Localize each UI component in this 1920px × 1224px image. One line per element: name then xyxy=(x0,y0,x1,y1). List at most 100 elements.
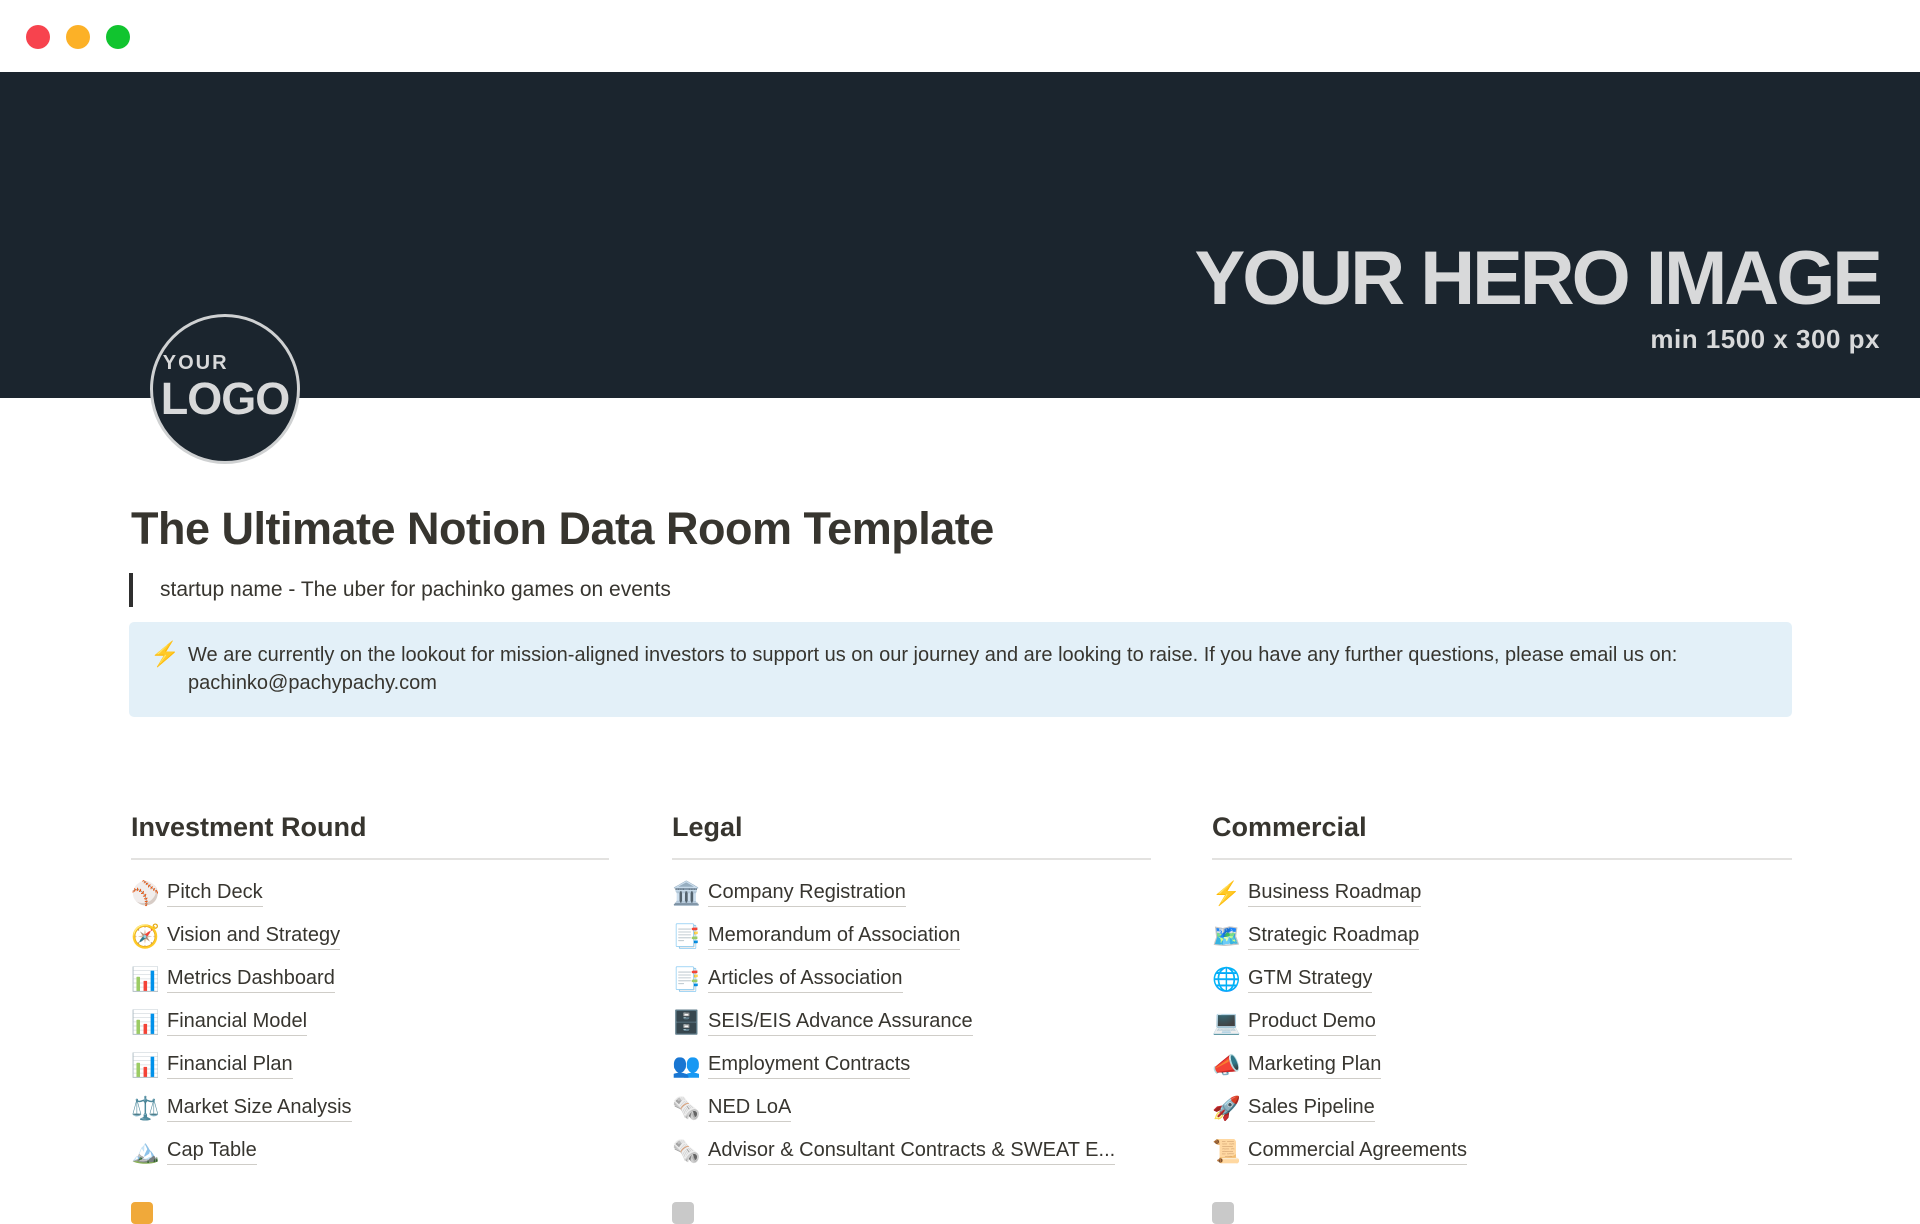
page-link-row[interactable]: 🌐GTM Strategy xyxy=(1212,958,1792,1001)
bar-chart-icon: 📊 xyxy=(131,968,167,991)
lightning-icon: ⚡ xyxy=(150,641,188,669)
link-list: ⚡Business Roadmap🗺️Strategic Roadmap🌐GTM… xyxy=(1212,872,1792,1216)
page-link-label[interactable]: NED LoA xyxy=(708,1096,791,1122)
page-link-label[interactable]: Business Roadmap xyxy=(1248,881,1421,907)
page-link-row[interactable]: ⚖️Market Size Analysis xyxy=(131,1087,609,1130)
page-link-row[interactable]: 📜Commercial Agreements xyxy=(1212,1130,1792,1173)
busts-in-silhouette-icon: 👥 xyxy=(672,1054,708,1077)
balance-scale-icon: ⚖️ xyxy=(131,1097,167,1120)
quote-block: startup name - The uber for pachinko gam… xyxy=(129,573,671,607)
page-link-row[interactable]: 🗺️Strategic Roadmap xyxy=(1212,915,1792,958)
link-list: 🏛️Company Registration📑Memorandum of Ass… xyxy=(672,872,1151,1216)
page-link-label[interactable]: Company Registration xyxy=(708,881,906,907)
link-list: ⚾Pitch Deck🧭Vision and Strategy📊Metrics … xyxy=(131,872,609,1216)
partial-icon xyxy=(131,1202,153,1224)
callout-block: ⚡ We are currently on the lookout for mi… xyxy=(129,622,1792,717)
page-link-label[interactable]: Strategic Roadmap xyxy=(1248,924,1419,950)
compass-icon: 🧭 xyxy=(131,925,167,948)
laptop-icon: 💻 xyxy=(1212,1011,1248,1034)
page-link-label[interactable]: GTM Strategy xyxy=(1248,967,1372,993)
page-link-label[interactable]: Pitch Deck xyxy=(167,881,263,907)
callout-line1: We are currently on the lookout for miss… xyxy=(188,644,1677,666)
logo-text-top: YOUR xyxy=(163,353,290,373)
callout-line2: pachinko@pachypachy.com xyxy=(188,672,437,694)
rolled-document-icon: 🗞️ xyxy=(672,1097,708,1120)
column-heading: Legal xyxy=(672,812,1151,842)
scroll-icon: 📜 xyxy=(1212,1140,1248,1163)
page-link-label[interactable]: Commercial Agreements xyxy=(1248,1139,1467,1165)
logo-text-bottom: LOGO xyxy=(161,376,290,421)
partial-icon xyxy=(672,1202,694,1224)
minimize-window-button[interactable] xyxy=(66,25,90,49)
partial-next-link-row[interactable] xyxy=(1212,1173,1792,1216)
page-link-row[interactable]: 🗞️Advisor & Consultant Contracts & SWEAT… xyxy=(672,1130,1151,1173)
page-link-row[interactable]: 📑Memorandum of Association xyxy=(672,915,1151,958)
column-investment-round: Investment Round ⚾Pitch Deck🧭Vision and … xyxy=(131,812,609,1216)
callout-text: We are currently on the lookout for miss… xyxy=(188,641,1677,697)
page-title: The Ultimate Notion Data Room Template xyxy=(131,503,994,555)
page-link-row[interactable]: 🚀Sales Pipeline xyxy=(1212,1087,1792,1130)
close-window-button[interactable] xyxy=(26,25,50,49)
page-link-row[interactable]: 🏔️Cap Table xyxy=(131,1130,609,1173)
column-heading: Commercial xyxy=(1212,812,1792,842)
page-link-label[interactable]: Cap Table xyxy=(167,1139,257,1165)
page-link-label[interactable]: Vision and Strategy xyxy=(167,924,340,950)
snow-capped-mountain-icon: 🏔️ xyxy=(131,1140,167,1163)
page-link-row[interactable]: 📑Articles of Association xyxy=(672,958,1151,1001)
divider xyxy=(1212,858,1792,860)
zoom-window-button[interactable] xyxy=(106,25,130,49)
hero-headline: YOUR HERO IMAGE xyxy=(1195,241,1881,317)
page-link-row[interactable]: ⚡Business Roadmap xyxy=(1212,872,1792,915)
page-link-row[interactable]: 💻Product Demo xyxy=(1212,1001,1792,1044)
page-link-row[interactable]: 📣Marketing Plan xyxy=(1212,1044,1792,1087)
lightning-icon: ⚡ xyxy=(1212,882,1248,905)
page-link-row[interactable]: 👥Employment Contracts xyxy=(672,1044,1151,1087)
globe-icon: 🌐 xyxy=(1212,968,1248,991)
page-link-label[interactable]: Employment Contracts xyxy=(708,1053,910,1079)
page-link-row[interactable]: 🏛️Company Registration xyxy=(672,872,1151,915)
bar-chart-icon: 📊 xyxy=(131,1054,167,1077)
partial-next-link-row[interactable] xyxy=(672,1173,1151,1216)
page-link-row[interactable]: 📊Metrics Dashboard xyxy=(131,958,609,1001)
page-link-label[interactable]: Financial Plan xyxy=(167,1053,293,1079)
page-link-label[interactable]: Sales Pipeline xyxy=(1248,1096,1375,1122)
classical-building-icon: 🏛️ xyxy=(672,882,708,905)
window-titlebar xyxy=(0,0,1920,72)
divider xyxy=(131,858,609,860)
page-link-label[interactable]: Market Size Analysis xyxy=(167,1096,352,1122)
page-link-label[interactable]: Memorandum of Association xyxy=(708,924,960,950)
column-commercial: Commercial ⚡Business Roadmap🗺️Strategic … xyxy=(1212,812,1792,1216)
page-link-row[interactable]: 📊Financial Model xyxy=(131,1001,609,1044)
rocket-icon: 🚀 xyxy=(1212,1097,1248,1120)
page-link-label[interactable]: Advisor & Consultant Contracts & SWEAT E… xyxy=(708,1139,1115,1165)
page-link-row[interactable]: 🗞️NED LoA xyxy=(672,1087,1151,1130)
rolled-document-icon: 🗞️ xyxy=(672,1140,708,1163)
page-link-row[interactable]: 📊Financial Plan xyxy=(131,1044,609,1087)
quote-text: startup name - The uber for pachinko gam… xyxy=(160,578,671,602)
logo-text: YOUR LOGO xyxy=(161,353,290,421)
column-legal: Legal 🏛️Company Registration📑Memorandum … xyxy=(672,812,1151,1216)
page-link-label[interactable]: Marketing Plan xyxy=(1248,1053,1381,1079)
file-cabinet-icon: 🗄️ xyxy=(672,1011,708,1034)
page-link-row[interactable]: ⚾Pitch Deck xyxy=(131,872,609,915)
column-heading: Investment Round xyxy=(131,812,609,842)
partial-next-link-row[interactable] xyxy=(131,1173,609,1216)
baseball-icon: ⚾ xyxy=(131,882,167,905)
divider xyxy=(672,858,1151,860)
page-link-row[interactable]: 🗄️SEIS/EIS Advance Assurance xyxy=(672,1001,1151,1044)
page-link-label[interactable]: Financial Model xyxy=(167,1010,307,1036)
page-link-label[interactable]: Metrics Dashboard xyxy=(167,967,335,993)
world-map-icon: 🗺️ xyxy=(1212,925,1248,948)
page-link-label[interactable]: Articles of Association xyxy=(708,967,903,993)
page-link-label[interactable]: Product Demo xyxy=(1248,1010,1376,1036)
bookmark-tabs-icon: 📑 xyxy=(672,968,708,991)
bookmark-tabs-icon: 📑 xyxy=(672,925,708,948)
bar-chart-icon: 📊 xyxy=(131,1011,167,1034)
partial-icon xyxy=(1212,1202,1234,1224)
page-logo-icon[interactable]: YOUR LOGO xyxy=(150,314,300,464)
notion-data-room-page: { "window": { "controls": [ {"name": "cl… xyxy=(0,0,1920,1200)
megaphone-icon: 📣 xyxy=(1212,1054,1248,1077)
page-link-row[interactable]: 🧭Vision and Strategy xyxy=(131,915,609,958)
hero-size-hint: min 1500 x 300 px xyxy=(1650,324,1880,355)
page-link-label[interactable]: SEIS/EIS Advance Assurance xyxy=(708,1010,973,1036)
